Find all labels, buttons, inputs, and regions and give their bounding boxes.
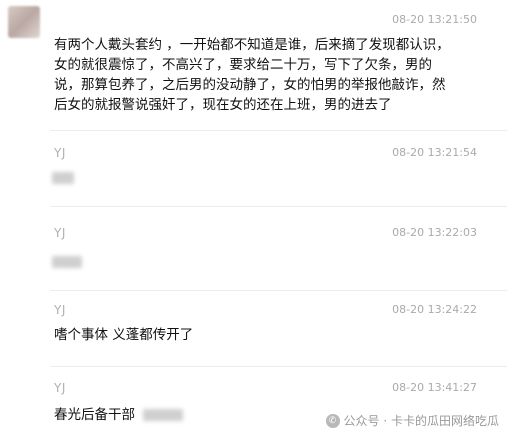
divider	[50, 130, 507, 131]
blurred-content	[143, 409, 184, 421]
message-time: 08-20 13:22:03	[392, 226, 477, 239]
message-text-visible: 春光后备干部	[54, 407, 135, 423]
message-time: 08-20 13:24:22	[392, 303, 477, 316]
sender-name: YJ	[54, 303, 66, 317]
watermark: ✆ 公众号 · 卡卡的瓜田网络吃瓜	[325, 412, 499, 429]
avatar[interactable]	[8, 6, 40, 38]
watermark-text: 公众号 · 卡卡的瓜田网络吃瓜	[343, 414, 499, 428]
message-time: 08-20 13:21:50	[392, 13, 477, 26]
message-time: 08-20 13:21:54	[392, 146, 477, 159]
message-text: 有两个人戴头套约 ，一开始都不知道是谁，后来摘了发现都认识，女的就很震惊了，不高…	[54, 37, 450, 113]
divider	[50, 206, 507, 207]
blurred-content	[52, 172, 74, 184]
sender-name: YJ	[54, 146, 66, 160]
message-time: 08-20 13:41:27	[392, 381, 477, 394]
message-text: 嗜个事体 义蓬都传开了	[54, 327, 194, 343]
sender-name: YJ	[54, 381, 66, 395]
divider	[50, 366, 507, 367]
wechat-icon: ✆	[325, 413, 340, 428]
divider	[50, 290, 507, 291]
blurred-content	[52, 256, 82, 268]
sender-name: YJ	[54, 226, 66, 240]
